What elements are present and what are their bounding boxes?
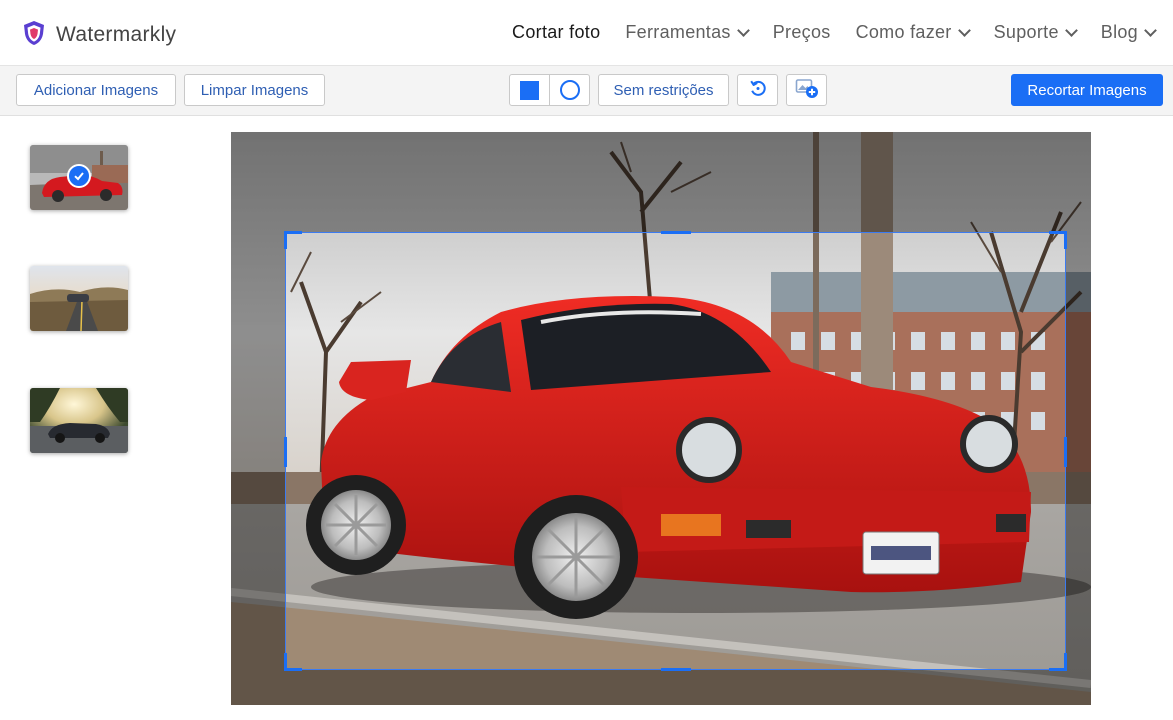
crop-shape-selector — [509, 74, 590, 106]
crop-handle-top[interactable] — [661, 231, 691, 234]
square-shape-button[interactable] — [510, 75, 549, 105]
crop-dim-left — [231, 232, 285, 670]
clear-images-button[interactable]: Limpar Imagens — [184, 74, 325, 106]
crop-dim-top — [231, 132, 1091, 232]
nav-item-label: Blog — [1100, 22, 1138, 42]
crop-dim-bottom — [231, 670, 1091, 705]
nav-item-suporte[interactable]: Suporte — [993, 22, 1078, 43]
nav-item-blog[interactable]: Blog — [1100, 22, 1157, 43]
nav-item-cortar-foto[interactable]: Cortar foto — [512, 22, 600, 43]
thumbnail-image — [30, 266, 128, 331]
aspect-ratio-button[interactable]: Sem restrições — [598, 74, 729, 106]
main-menu: Cortar foto Ferramentas Preços Como faze… — [512, 22, 1157, 43]
crop-handle-top-left[interactable] — [284, 231, 302, 249]
thumbnail-image — [30, 388, 128, 453]
brand-name: Watermarkly — [56, 23, 177, 46]
nav-item-label: Cortar foto — [512, 22, 601, 42]
crop-handle-bottom-left[interactable] — [284, 653, 302, 671]
nav-item-label: Suporte — [993, 22, 1059, 42]
chevron-down-icon — [1144, 23, 1157, 37]
chevron-down-icon — [957, 23, 971, 37]
nav-item-como-fazer[interactable]: Como fazer — [855, 22, 971, 43]
nav-item-precos[interactable]: Preços — [773, 22, 831, 43]
square-shape-icon — [520, 80, 539, 100]
crop-selection-box[interactable] — [284, 231, 1067, 671]
add-image-icon — [795, 77, 819, 103]
rotate-button[interactable] — [737, 74, 778, 106]
add-image-button[interactable] — [786, 74, 827, 106]
crop-dim-right — [1066, 232, 1091, 670]
thumbnail-sunset-car[interactable] — [30, 388, 128, 453]
crop-canvas[interactable] — [231, 132, 1091, 705]
crop-handle-bottom-right[interactable] — [1049, 653, 1067, 671]
image-thumbnail-list — [0, 117, 160, 720]
circle-shape-icon — [559, 80, 580, 100]
crop-handle-right[interactable] — [1064, 437, 1067, 467]
crop-images-button[interactable]: Recortar Imagens — [1011, 74, 1163, 106]
shield-logo-icon — [22, 20, 46, 51]
thumbnail-red-sports-car[interactable] — [30, 145, 128, 210]
crop-handle-left[interactable] — [284, 437, 287, 467]
rotate-icon — [748, 78, 768, 102]
nav-item-label: Como fazer — [855, 22, 952, 42]
nav-item-ferramentas[interactable]: Ferramentas — [625, 22, 750, 43]
crop-toolbar: Adicionar Imagens Limpar Imagens Sem res… — [0, 66, 1173, 116]
thumbnail-mountain-road-car[interactable] — [30, 266, 128, 331]
top-navigation: Watermarkly Cortar foto Ferramentas Preç… — [0, 0, 1173, 66]
chevron-down-icon — [736, 23, 750, 37]
nav-item-label: Ferramentas — [625, 22, 731, 42]
nav-item-label: Preços — [772, 22, 831, 42]
crop-handle-top-right[interactable] — [1049, 231, 1067, 249]
crop-handle-bottom[interactable] — [661, 668, 691, 671]
chevron-down-icon — [1064, 23, 1078, 37]
add-images-button[interactable]: Adicionar Imagens — [16, 74, 176, 106]
brand[interactable]: Watermarkly — [22, 19, 176, 51]
circle-shape-button[interactable] — [549, 75, 589, 105]
selected-check-icon — [67, 164, 91, 188]
